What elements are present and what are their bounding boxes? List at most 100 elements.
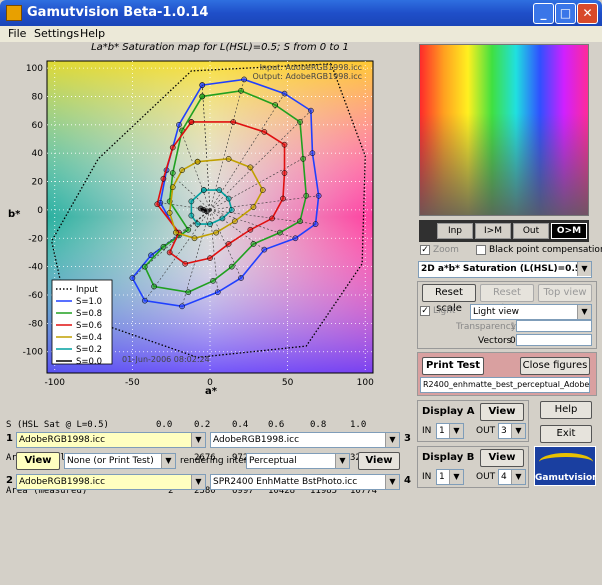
gamut-preview-image xyxy=(419,44,589,216)
mode-input-monitor-button[interactable]: I>M xyxy=(475,223,511,239)
vectors-label: Vectors xyxy=(478,336,512,346)
series-point xyxy=(238,275,244,281)
zoom-checkbox[interactable]: ✓ xyxy=(420,245,430,255)
series-point xyxy=(141,263,148,270)
reset-scale-button[interactable]: Reset scale xyxy=(422,284,476,314)
series-point xyxy=(297,119,303,125)
gamutvision-logo: Gamutvision xyxy=(534,446,596,486)
display-b-view-button[interactable]: View xyxy=(480,449,524,467)
display-b-label: Display B xyxy=(422,452,475,463)
menu-settings[interactable]: Settings xyxy=(34,27,79,40)
mode-input-button[interactable]: Inp xyxy=(437,223,473,239)
mode-toolbar: Inp I>M Out O>M xyxy=(419,220,589,242)
series-point xyxy=(303,192,310,199)
display-a-label: Display A xyxy=(422,406,475,417)
y-axis-label: b* xyxy=(8,209,21,220)
legend-label: S=0.6 xyxy=(76,321,102,331)
chevron-down-icon[interactable]: ▼ xyxy=(449,424,463,438)
chevron-down-icon[interactable]: ▼ xyxy=(577,305,591,319)
print-test-select[interactable]: None (or Print Test) ▼ xyxy=(64,453,176,469)
select-value: SPR2400 EnhMatte BstPhoto.icc xyxy=(213,477,358,487)
input-profile-select[interactable]: AdobeRGB1998.icc ▼ xyxy=(16,432,206,448)
select-value: Light view xyxy=(473,307,520,317)
light-view-select[interactable]: Light view ▼ xyxy=(470,304,592,320)
menu-file[interactable]: File xyxy=(8,27,26,40)
series-point xyxy=(259,187,266,193)
x-tick-label: 100 xyxy=(357,378,374,388)
legend-label: S=0.8 xyxy=(76,309,102,319)
series-point xyxy=(261,129,268,135)
chevron-down-icon[interactable]: ▼ xyxy=(335,454,349,468)
help-button[interactable]: Help xyxy=(540,401,592,419)
chevron-down-icon[interactable]: ▼ xyxy=(385,433,399,447)
series-point xyxy=(204,208,210,215)
app-icon xyxy=(6,5,22,21)
display-b-in-select[interactable]: 1 ▼ xyxy=(436,469,464,485)
series-point xyxy=(247,226,254,233)
light-checkbox[interactable]: ✓ xyxy=(420,306,430,316)
display-b-out-select[interactable]: 4 ▼ xyxy=(498,469,526,485)
display-a-in-select[interactable]: 1 ▼ xyxy=(436,423,464,439)
y-tick-label: 0 xyxy=(37,206,43,216)
view-input-button[interactable]: View xyxy=(16,452,60,470)
transparency-label: Transparency xyxy=(456,322,517,332)
select-value: AdobeRGB1998.icc xyxy=(213,435,300,445)
minimize-button[interactable]: _ xyxy=(533,3,554,24)
select-value: AdobeRGB1998.icc xyxy=(19,435,106,445)
reset-view-button[interactable]: Reset view xyxy=(480,284,534,314)
black-point-label: Black point compensation xyxy=(489,245,602,255)
chevron-down-icon[interactable]: ▼ xyxy=(449,470,463,484)
vectors-slider[interactable] xyxy=(516,334,592,346)
chevron-down-icon[interactable]: ▼ xyxy=(385,475,399,489)
series-point xyxy=(176,121,182,128)
logo-text: Gamutvision xyxy=(535,473,596,483)
display-mode-select[interactable]: 2D a*b* Saturation (L(HSL)=0.5) ▼ xyxy=(418,261,592,278)
stats-value: 1.0 xyxy=(350,420,367,430)
legend-label: Input xyxy=(76,285,99,295)
chevron-down-icon[interactable]: ▼ xyxy=(191,475,205,489)
maximize-button[interactable]: □ xyxy=(555,3,576,24)
x-tick-label: -50 xyxy=(125,378,140,388)
series-point xyxy=(207,255,213,261)
series-point xyxy=(172,229,179,236)
view-output-button[interactable]: View xyxy=(358,452,400,470)
chevron-down-icon[interactable]: ▼ xyxy=(191,433,205,447)
close-figures-button[interactable]: Close figures xyxy=(520,357,590,375)
mode-output-monitor-button[interactable]: O>M xyxy=(551,223,587,239)
mode-output-button[interactable]: Out xyxy=(513,223,549,239)
chevron-down-icon[interactable]: ▼ xyxy=(511,470,525,484)
menu-help[interactable]: Help xyxy=(80,27,105,40)
display-a-view-button[interactable]: View xyxy=(480,403,524,421)
stats-row-saturation: S (HSL Sat @ L=0.5) 0.0 0.2 0.4 0.6 0.8 … xyxy=(6,420,366,431)
display-a-out-select[interactable]: 3 ▼ xyxy=(498,423,526,439)
rendering-intent-select[interactable]: Perceptual ▼ xyxy=(246,453,350,469)
x-axis-label: a* xyxy=(205,386,218,397)
stats-value: 0.4 xyxy=(232,420,249,430)
close-button[interactable]: ✕ xyxy=(577,3,598,24)
display-a-in-label: IN xyxy=(422,426,432,436)
series-point xyxy=(281,90,288,97)
series-point xyxy=(188,119,195,125)
chevron-down-icon[interactable]: ▼ xyxy=(161,454,175,468)
series-point xyxy=(277,229,283,236)
series-point xyxy=(182,260,189,267)
print-file-field[interactable]: R2400_enhmatte_best_perceptual_Adobe.tif xyxy=(420,377,590,393)
black-point-checkbox[interactable] xyxy=(476,245,486,255)
top-view-button[interactable]: Top view xyxy=(538,284,592,302)
transparency-slider[interactable] xyxy=(516,320,592,332)
monitor-profile-select[interactable]: AdobeRGB1998.icc ▼ xyxy=(16,474,206,490)
logo-arc-icon xyxy=(539,453,593,471)
x-tick-label: 50 xyxy=(282,378,294,388)
stats-value: 0.6 xyxy=(268,420,285,430)
select-value: None (or Print Test) xyxy=(67,456,154,466)
chevron-down-icon[interactable]: ▼ xyxy=(577,262,591,276)
exit-button[interactable]: Exit xyxy=(540,425,592,443)
series-point xyxy=(169,170,176,176)
print-test-button[interactable]: Print Test xyxy=(422,357,484,375)
printer-profile-select[interactable]: SPR2400 EnhMatte BstPhoto.icc ▼ xyxy=(210,474,400,490)
chevron-down-icon[interactable]: ▼ xyxy=(511,424,525,438)
output-profile-select[interactable]: AdobeRGB1998.icc ▼ xyxy=(210,432,400,448)
y-tick-label: -20 xyxy=(28,234,43,244)
series-point xyxy=(199,93,206,100)
y-tick-label: 40 xyxy=(32,149,44,159)
